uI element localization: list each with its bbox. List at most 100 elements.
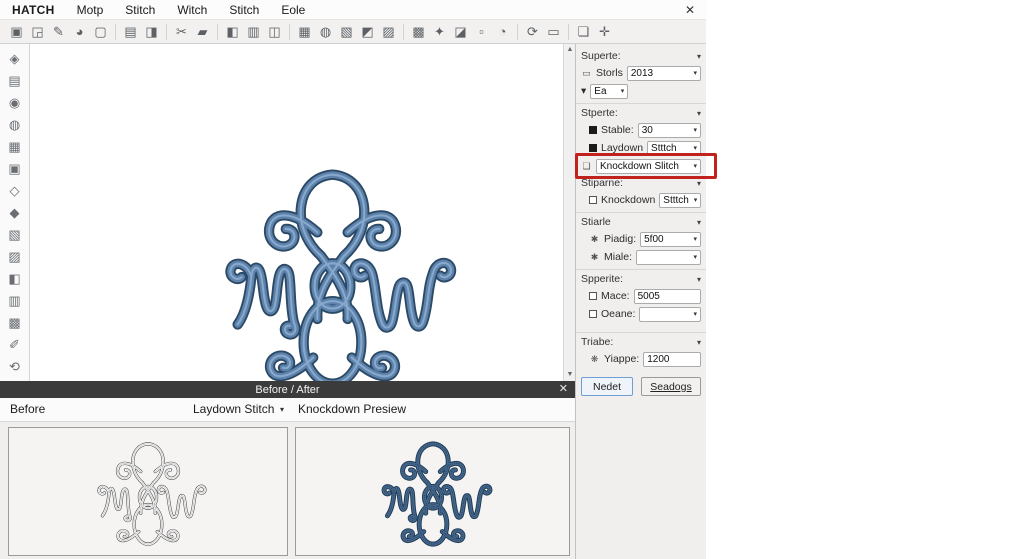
chevron-down-icon: ▾ (693, 254, 697, 261)
toolbar-icon[interactable]: ▦ (294, 22, 315, 42)
toolbar-icon[interactable]: ⟳ (522, 22, 543, 42)
chevron-down-icon[interactable]: ▾ (697, 338, 701, 347)
section-header-stiarle[interactable]: Stiarle ▾ (581, 215, 701, 229)
storls-row: ▭ Storls 2013 ▾ (581, 65, 701, 81)
tool-icon[interactable]: ▩ (5, 314, 25, 331)
section-header-spperite[interactable]: Spperite: ▾ (581, 272, 701, 286)
laydown-dropdown[interactable]: Stttch ▾ (647, 140, 701, 156)
chevron-down-icon[interactable]: ▾ (280, 405, 284, 414)
ea-dropdown[interactable]: Ea ▾ (590, 83, 629, 99)
toolbar-icon[interactable]: ◔ (492, 22, 513, 42)
chevron-down-icon[interactable]: ▾ (697, 218, 701, 227)
tool-icon[interactable]: ◧ (5, 270, 25, 287)
toolbar-icon[interactable]: ◕ (69, 22, 90, 42)
canvas-vertical-scrollbar[interactable]: ▲ ▼ (563, 44, 575, 381)
storls-dropdown[interactable]: 2013 ▾ (626, 65, 701, 81)
toolbar-icon[interactable]: ◲ (27, 22, 48, 42)
monogram-design[interactable] (195, 139, 470, 411)
toolbar-icon[interactable]: ◩ (357, 22, 378, 42)
design-canvas[interactable] (30, 44, 563, 381)
chevron-down-icon[interactable]: ▾ (697, 52, 701, 61)
menu-stitch-2[interactable]: Stitch (229, 3, 259, 17)
section-header-stperte[interactable]: Stperte: ▾ (581, 106, 701, 120)
knockdown-stitch-dropdown[interactable]: Knockdown Slitch ▾ (596, 158, 701, 174)
toolbar-icon[interactable]: ▫ (471, 22, 492, 42)
tool-icon[interactable]: ▥ (5, 292, 25, 309)
menu-hatch[interactable]: HATCH (12, 3, 55, 17)
miale-row: ✱ Miale: ▾ (589, 249, 701, 265)
tool-icon[interactable]: ◈ (5, 50, 25, 67)
toolbar-icon[interactable]: ▰ (192, 22, 213, 42)
knockdown2-checkbox[interactable] (589, 196, 597, 204)
miale-dropdown[interactable]: ▾ (636, 249, 701, 265)
toolbar-icon[interactable]: ▭ (543, 22, 564, 42)
mace-label: Mace: (601, 290, 630, 302)
mace-input[interactable]: 5005 (633, 288, 701, 304)
tool-icon[interactable]: ▤ (5, 72, 25, 89)
stable-label: Stable: (601, 124, 634, 136)
tool-icon[interactable]: ▦ (5, 138, 25, 155)
toolbar-icon[interactable]: ✂ (171, 22, 192, 42)
chevron-down-icon[interactable]: ▾ (697, 179, 701, 188)
toolbar-icon[interactable]: ▥ (243, 22, 264, 42)
toolbar-icon[interactable]: ▢ (90, 22, 111, 42)
knockdown-row: ❏ Knockdown Slitch ▾ (575, 153, 717, 179)
stable-dropdown[interactable]: 30 ▾ (637, 122, 701, 138)
chevron-down-icon[interactable]: ▾ (581, 85, 586, 97)
toolbar-icon[interactable]: ✛ (594, 22, 615, 42)
padding-dropdown[interactable]: 5f00 ▾ (640, 231, 701, 247)
yiappe-input[interactable]: 1200 (643, 351, 701, 367)
stable-checkbox[interactable] (589, 126, 597, 134)
menu-motp[interactable]: Motp (77, 3, 104, 17)
toolbar-icon[interactable]: ◍ (315, 22, 336, 42)
seadogs-button[interactable]: Seadogs (641, 377, 701, 396)
toolbar-icon[interactable]: ✎ (48, 22, 69, 42)
panel-close-icon[interactable]: ✕ (559, 381, 568, 398)
oeane-checkbox[interactable] (589, 310, 597, 318)
tool-icon[interactable]: ✐ (5, 336, 25, 353)
toolbar-icon[interactable]: ◪ (450, 22, 471, 42)
menu-stitch-1[interactable]: Stitch (125, 3, 155, 17)
tool-icon[interactable]: ◉ (5, 94, 25, 111)
oeane-dropdown[interactable]: ▾ (639, 306, 701, 322)
section-header-superte[interactable]: Superte: ▾ (581, 49, 701, 63)
stable-value: 30 (641, 124, 653, 136)
knockdown2-dropdown[interactable]: Stttch ▾ (659, 192, 702, 208)
section-title: Stperte: (581, 107, 618, 119)
tool-icon[interactable]: ⟲ (5, 358, 25, 375)
toolbar-icon[interactable]: ◫ (264, 22, 285, 42)
laydown-checkbox[interactable] (589, 144, 597, 152)
mace-checkbox[interactable] (589, 292, 597, 300)
tool-icon[interactable]: ▣ (5, 160, 25, 177)
toolbar-icon[interactable]: ◧ (222, 22, 243, 42)
toolbar-icon[interactable]: ✦ (429, 22, 450, 42)
divider (576, 103, 706, 104)
toolbar-icon[interactable]: ▩ (408, 22, 429, 42)
section-header-stiparne[interactable]: Stiparne: ▾ (581, 176, 701, 190)
tool-icon[interactable]: ◆ (5, 204, 25, 221)
nedet-button[interactable]: Nedet (581, 377, 633, 396)
menu-eole[interactable]: Eole (281, 3, 305, 17)
tool-icon[interactable]: ▨ (5, 248, 25, 265)
tool-icon[interactable]: ◍ (5, 116, 25, 133)
toolbar-icon[interactable]: ▨ (378, 22, 399, 42)
toolbar-icon[interactable]: ▣ (6, 22, 27, 42)
toolbar-separator (403, 23, 404, 40)
toolbar-icon[interactable]: ▧ (336, 22, 357, 42)
chevron-down-icon[interactable]: ▾ (697, 109, 701, 118)
toolbar-icon[interactable]: ❏ (573, 22, 594, 42)
toolbar-icon[interactable]: ▤ (120, 22, 141, 42)
knockdown-value: Knockdown Slitch (600, 160, 679, 172)
toolbar-icon[interactable]: ◨ (141, 22, 162, 42)
tool-icon[interactable]: ◇ (5, 182, 25, 199)
divider (576, 332, 706, 333)
laydown-stitch-dropdown[interactable]: Laydown Stitch (193, 402, 274, 416)
chevron-down-icon[interactable]: ▾ (697, 275, 701, 284)
window-close-icon[interactable]: ✕ (682, 2, 698, 18)
menu-witch[interactable]: Witch (177, 3, 207, 17)
after-preview (295, 427, 570, 556)
tool-icon[interactable]: ▧ (5, 226, 25, 243)
flake-icon: ✱ (590, 233, 599, 244)
oeane-label: Oeane: (601, 308, 636, 320)
section-header-triabe[interactable]: Triabe: ▾ (581, 335, 701, 349)
